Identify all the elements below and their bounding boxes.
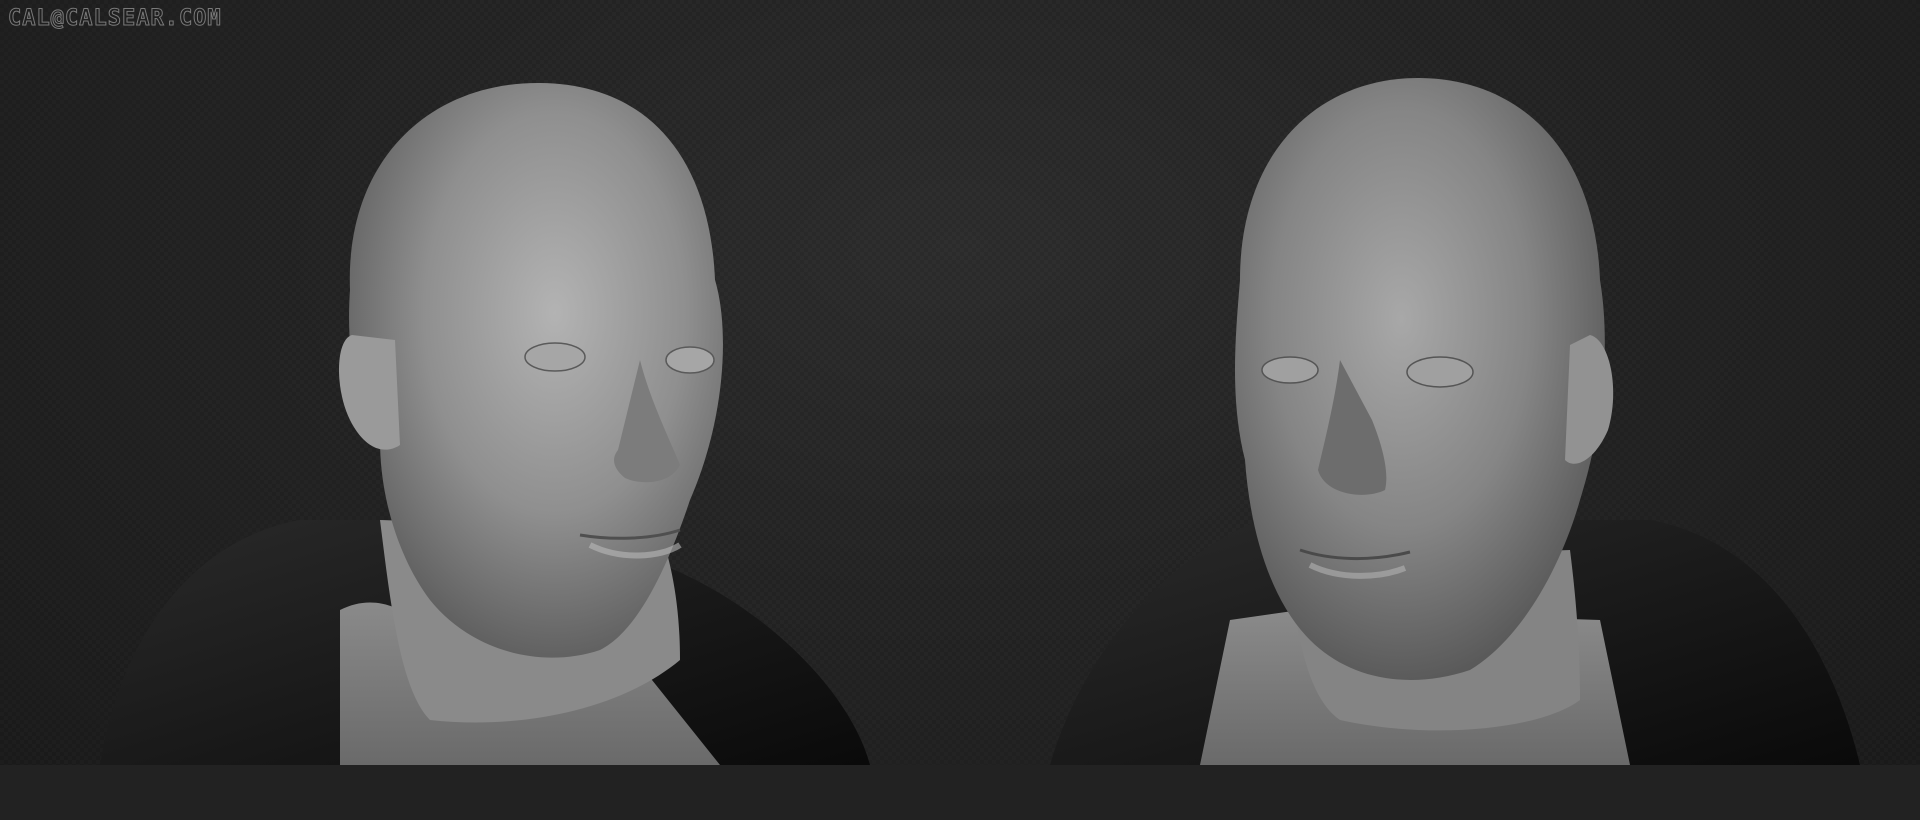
left-eye-left xyxy=(524,342,586,372)
left-ear xyxy=(338,335,400,450)
render-canvas: CAL@CALSEAR.COM xyxy=(0,0,1920,820)
right-bust xyxy=(1050,77,1860,765)
left-bust xyxy=(100,82,870,765)
sculpt-render xyxy=(100,77,1860,765)
right-eye-left xyxy=(1261,356,1319,384)
right-ear xyxy=(1565,335,1614,464)
left-eye-right xyxy=(665,346,715,374)
right-eye-right xyxy=(1406,356,1474,388)
